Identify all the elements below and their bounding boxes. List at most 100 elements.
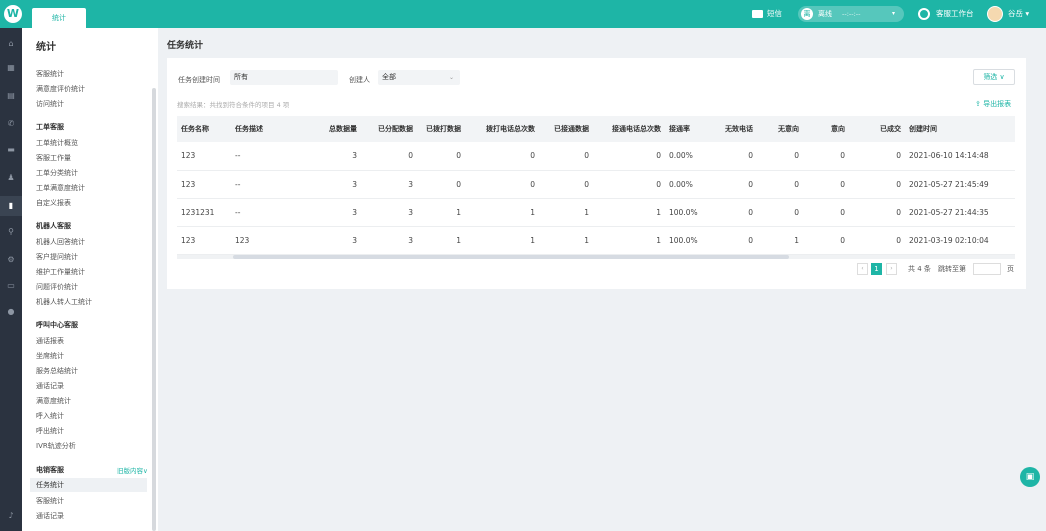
table-row[interactable]: 1231231 -- 3 3 1 1 1 1 100.0% 0 0 0 0 20… (177, 198, 1015, 227)
chevron-down-icon: ▾ (892, 10, 896, 17)
column-header[interactable]: 已成交 (849, 116, 905, 142)
column-header[interactable]: 总数据量 (291, 116, 361, 142)
workstation-button[interactable]: 客服工作台 (936, 0, 974, 28)
screen-icon[interactable]: ▭ (5, 280, 17, 292)
filter-button[interactable]: 筛选 ∨ (973, 69, 1015, 85)
home-icon[interactable]: ⌂ (5, 38, 17, 50)
avatar[interactable] (987, 6, 1003, 22)
next-page-button[interactable]: › (886, 263, 897, 275)
sidebar-item[interactable]: 维护工作量统计 (36, 267, 85, 277)
sidebar: 统计 客服统计 满意度评价统计 访问统计 工单客服 工单统计概览 客服工作量 工… (22, 28, 158, 531)
column-header[interactable]: 创建时间 (905, 116, 1015, 142)
sidebar-group-title: 机器人客服 (36, 222, 71, 230)
table-cell: 0 (417, 170, 465, 199)
table-cell: 3 (361, 226, 417, 255)
column-header[interactable]: 已拨打数据 (417, 116, 465, 142)
tab-statistics[interactable]: 统计 (32, 8, 86, 28)
column-header[interactable]: 意向 (803, 116, 849, 142)
sidebar-item[interactable]: 客服统计 (36, 496, 64, 506)
gear-icon[interactable]: ⚙ (5, 254, 17, 266)
chat-icon[interactable]: ▣ (1020, 467, 1040, 487)
sidebar-item[interactable]: 坐席统计 (36, 351, 64, 361)
table-header-row: 任务名称 任务描述 总数据量 已分配数据 已拨打数据 拨打电话总次数 已接通数据… (177, 116, 1015, 142)
created-time-input[interactable]: 所有 (230, 70, 338, 85)
page-jump-input[interactable] (973, 263, 1001, 275)
status-text: 离线 (818, 10, 832, 18)
search-icon[interactable]: ⚲ (5, 226, 17, 238)
column-header[interactable]: 已分配数据 (361, 116, 417, 142)
table-row[interactable]: 123 -- 3 3 0 0 0 0 0.00% 0 0 0 0 2021-05… (177, 170, 1015, 199)
grid-icon[interactable]: ▦ (5, 62, 17, 74)
prev-page-button[interactable]: ‹ (857, 263, 868, 275)
sidebar-item[interactable]: 通话报表 (36, 336, 64, 346)
table-cell: 123 (177, 170, 231, 199)
status-selector[interactable]: 离 离线 --:--:-- ▾ (798, 6, 904, 22)
document-icon[interactable]: ▤ (5, 90, 17, 102)
circle-icon[interactable]: ● (5, 306, 17, 318)
sidebar-item[interactable]: 机器人转人工统计 (36, 297, 92, 307)
sidebar-group-title: 电销客服 (36, 466, 64, 474)
column-header[interactable]: 无效电话 (715, 116, 757, 142)
table-cell: 0 (803, 142, 849, 171)
table-cell: 0 (803, 198, 849, 227)
sidebar-item[interactable]: 工单统计概览 (36, 138, 78, 148)
table-cell: 1 (593, 226, 665, 255)
sidebar-item[interactable]: 呼入统计 (36, 411, 64, 421)
user-icon[interactable]: ♟ (5, 172, 17, 184)
sidebar-item[interactable]: 问题评价统计 (36, 282, 78, 292)
message-icon[interactable]: ▬ (5, 144, 17, 156)
column-header[interactable]: 拨打电话总次数 (465, 116, 539, 142)
sidebar-item-task-stats[interactable]: 任务统计 (30, 478, 147, 492)
sidebar-item[interactable]: 通话记录 (36, 381, 64, 391)
sidebar-item[interactable]: 机器人回答统计 (36, 237, 85, 247)
headset-icon[interactable] (918, 8, 930, 20)
sidebar-item[interactable]: 呼出统计 (36, 426, 64, 436)
table-cell: 0 (593, 142, 665, 171)
sidebar-item[interactable]: IVR轨迹分析 (36, 441, 76, 451)
sidebar-item[interactable]: 满意度统计 (36, 396, 71, 406)
table-row[interactable]: 123 123 3 3 1 1 1 1 100.0% 0 1 0 0 2021-… (177, 226, 1015, 255)
user-menu[interactable]: 谷岳 ▾ (1008, 0, 1029, 28)
table-cell: 0 (715, 142, 757, 171)
column-header[interactable]: 已接通数据 (539, 116, 593, 142)
page-number-button[interactable]: 1 (871, 263, 882, 275)
table-cell: 0 (361, 142, 417, 171)
sidebar-item[interactable]: 客户提问统计 (36, 252, 78, 262)
export-button[interactable]: ⇪ 导出报表 (975, 99, 1011, 109)
page-unit-label: 页 (1007, 265, 1014, 273)
table-horizontal-scrollbar[interactable] (177, 255, 1015, 259)
column-header[interactable]: 无意向 (757, 116, 803, 142)
table-cell: 0 (849, 170, 905, 199)
column-header[interactable]: 接通率 (665, 116, 715, 142)
phone-icon[interactable]: ✆ (5, 118, 17, 130)
sidebar-item[interactable]: 通话记录 (36, 511, 64, 521)
sidebar-item[interactable]: 工单分类统计 (36, 168, 78, 178)
sidebar-scrollbar[interactable] (152, 88, 156, 531)
sms-icon[interactable] (752, 10, 763, 18)
sidebar-item[interactable]: 自定义报表 (36, 198, 71, 208)
table-cell: 1 (417, 198, 465, 227)
scrollbar-thumb[interactable] (233, 255, 789, 259)
table-cell: 0.00% (665, 170, 715, 199)
table-cell: 0 (465, 142, 539, 171)
column-header[interactable]: 任务名称 (177, 116, 231, 142)
bell-icon[interactable]: ♪ (5, 510, 17, 522)
creator-select[interactable]: 全部 ⌄ (378, 70, 460, 85)
table-cell: 0 (593, 170, 665, 199)
sidebar-item[interactable]: 服务总结统计 (36, 366, 78, 376)
sidebar-item[interactable]: 客服工作量 (36, 153, 71, 163)
sms-button[interactable]: 短信 (767, 0, 782, 28)
column-header[interactable]: 任务描述 (231, 116, 291, 142)
old-version-toggle[interactable]: 旧版内容∨ (117, 465, 148, 475)
column-header[interactable]: 接通电话总次数 (593, 116, 665, 142)
table-cell: 123 (177, 226, 231, 255)
sidebar-item[interactable]: 客服统计 (36, 69, 64, 79)
sidebar-item[interactable]: 工单满意度统计 (36, 183, 85, 193)
table-cell: 0 (849, 142, 905, 171)
sidebar-group-title: 工单客服 (36, 123, 64, 131)
content-card: 任务创建时间 所有 创建人 全部 ⌄ 筛选 ∨ 搜索结果：共找到符合条件的项目 … (167, 58, 1026, 289)
table-row[interactable]: 123 -- 3 0 0 0 0 0 0.00% 0 0 0 0 2021-06… (177, 142, 1015, 171)
sidebar-item[interactable]: 访问统计 (36, 99, 64, 109)
sidebar-item[interactable]: 满意度评价统计 (36, 84, 85, 94)
chart-icon[interactable]: ▮ (0, 196, 22, 216)
